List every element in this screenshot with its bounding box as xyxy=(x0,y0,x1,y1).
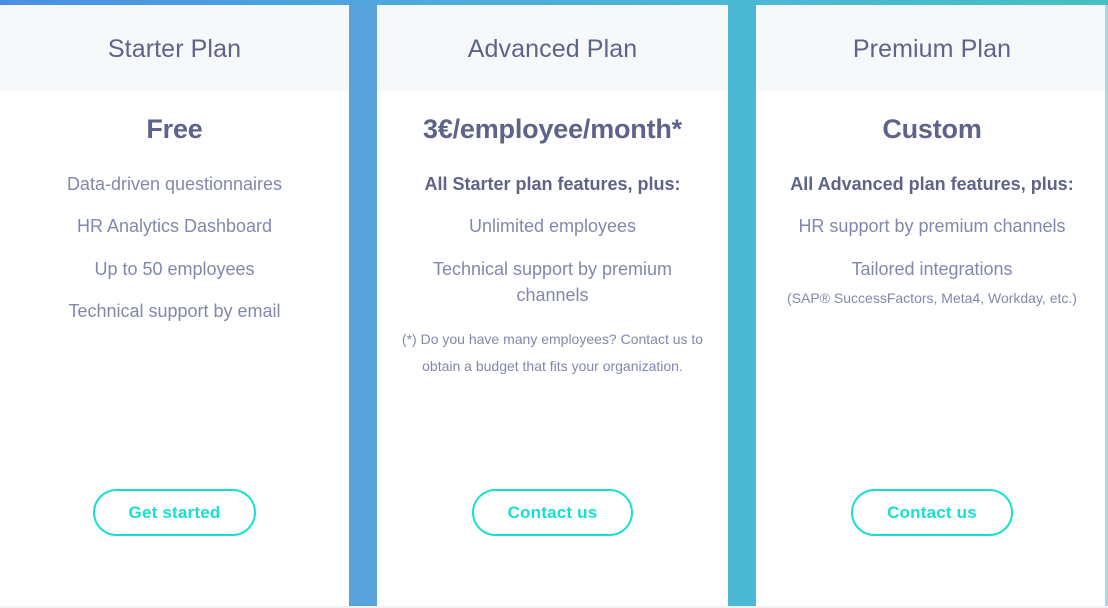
feature-item: Unlimited employees xyxy=(468,216,637,237)
column-divider-left xyxy=(349,0,377,608)
plan-name-starter: Starter Plan xyxy=(107,34,242,63)
feature-list-premium: All Advanced plan features, plus: HR sup… xyxy=(770,171,1094,322)
top-gradient-accent-bar xyxy=(0,0,1108,5)
feature-item: HR support by premium channels xyxy=(798,216,1066,237)
plan-footnote-advanced: (*) Do you have many employees? Contact … xyxy=(401,330,704,375)
plan-price-starter: Free xyxy=(146,114,203,144)
contact-us-button-premium[interactable]: Contact us xyxy=(851,489,1013,536)
cta-container-premium: Contact us xyxy=(770,489,1094,536)
feature-item: Up to 50 employees xyxy=(94,258,255,279)
feature-item: Technical support by premium channels xyxy=(432,258,673,305)
plan-name-premium: Premium Plan xyxy=(852,34,1012,63)
plan-name-advanced: Advanced Plan xyxy=(467,34,638,63)
plan-card-premium: Premium Plan Custom All Advanced plan fe… xyxy=(756,0,1108,608)
pricing-columns: Starter Plan Free Data-driven questionna… xyxy=(0,0,1108,608)
cta-container-advanced: Contact us xyxy=(391,489,714,536)
contact-us-button-advanced[interactable]: Contact us xyxy=(471,489,634,536)
plan-card-advanced: Advanced Plan 3€/employee/month* All Sta… xyxy=(377,0,728,608)
pricing-page: Starter Plan Free Data-driven questionna… xyxy=(0,0,1108,608)
plan-header-starter: Starter Plan xyxy=(0,0,349,91)
feature-list-advanced: All Starter plan features, plus: Unlimit… xyxy=(391,171,714,323)
plan-card-starter: Starter Plan Free Data-driven questionna… xyxy=(0,0,349,608)
cta-container-starter: Get started xyxy=(14,489,335,536)
plan-price-premium: Custom xyxy=(882,114,982,144)
feature-item: Tailored integrations xyxy=(851,258,1013,279)
feature-item-note: (SAP® SuccessFactors, Meta4, Workday, et… xyxy=(787,289,1077,306)
plan-body-advanced: 3€/employee/month* All Starter plan feat… xyxy=(377,91,728,608)
plan-header-premium: Premium Plan xyxy=(756,0,1108,91)
feature-item: All Starter plan features, plus: xyxy=(424,174,681,195)
plan-price-advanced: 3€/employee/month* xyxy=(423,114,682,144)
column-divider-right xyxy=(728,0,756,608)
plan-body-premium: Custom All Advanced plan features, plus:… xyxy=(756,91,1108,608)
feature-item: Technical support by email xyxy=(68,300,281,321)
feature-item: Data-driven questionnaires xyxy=(66,174,283,195)
feature-item: HR Analytics Dashboard xyxy=(76,216,273,237)
feature-list-starter: Data-driven questionnaires HR Analytics … xyxy=(14,171,335,339)
get-started-button[interactable]: Get started xyxy=(92,489,257,536)
feature-item: All Advanced plan features, plus: xyxy=(790,174,1074,195)
plan-body-starter: Free Data-driven questionnaires HR Analy… xyxy=(0,91,349,608)
plan-header-advanced: Advanced Plan xyxy=(377,0,728,91)
